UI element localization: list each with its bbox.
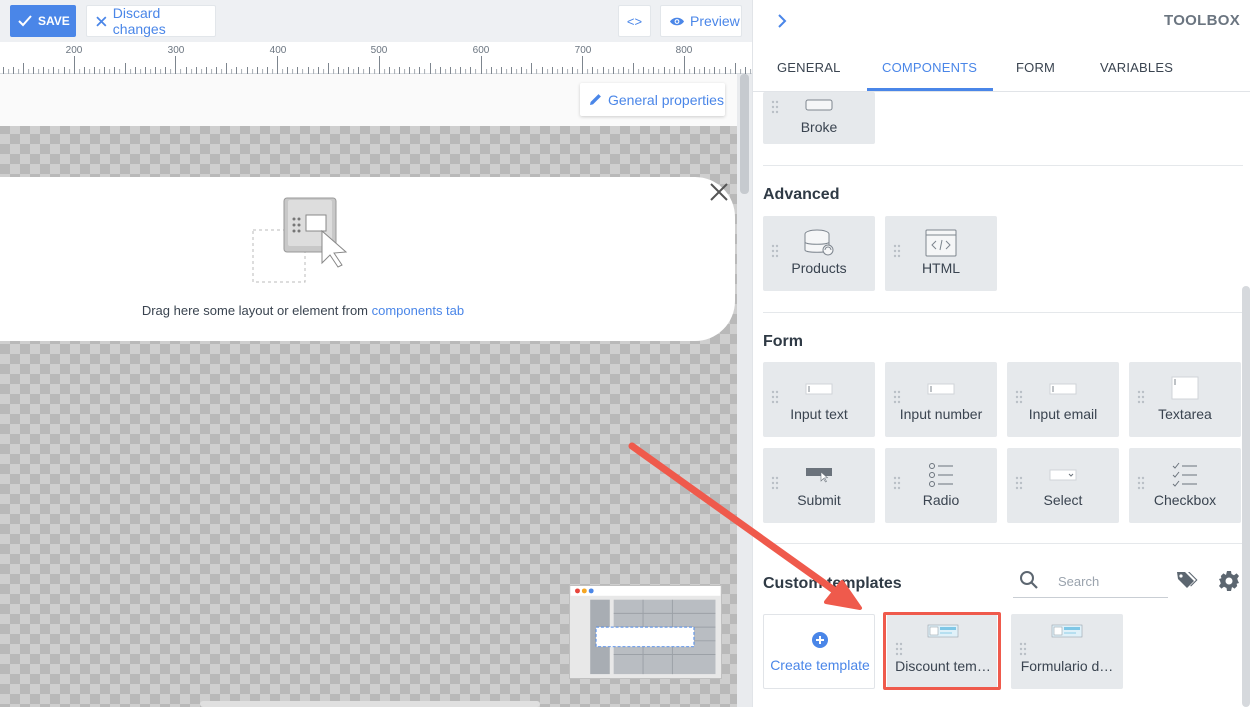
input-email-icon <box>1049 383 1077 395</box>
section-title-form: Form <box>763 333 803 350</box>
input-number-icon <box>927 383 955 395</box>
drop-zone-hint-text: Drag here some layout or element from <box>141 303 372 318</box>
component-tile-input-number[interactable]: Input number <box>885 362 997 437</box>
plus-circle-icon <box>812 632 828 648</box>
general-properties-button[interactable]: General properties <box>580 83 725 116</box>
template-search-input[interactable] <box>1058 574 1163 589</box>
save-button[interactable]: SAVE <box>10 5 76 37</box>
canvas-horizontal-scrollbar[interactable] <box>200 701 540 707</box>
input-text-icon <box>805 383 833 395</box>
component-label: Products <box>791 260 847 276</box>
ruler-label: 300 <box>167 45 185 56</box>
component-tile-broke[interactable]: Broke <box>763 92 875 144</box>
tags-icon[interactable] <box>1176 570 1198 590</box>
close-icon[interactable] <box>708 181 730 203</box>
select-icon <box>1049 469 1077 481</box>
component-tile-input-email[interactable]: Input email <box>1007 362 1119 437</box>
gear-icon[interactable] <box>1218 570 1240 592</box>
component-tile-checkbox[interactable]: Checkbox <box>1129 448 1241 523</box>
annotation-arrow <box>628 442 862 610</box>
button-icon <box>805 99 833 111</box>
ruler-label: 800 <box>675 45 693 56</box>
checkbox-icon <box>1172 462 1197 487</box>
tab-variables[interactable]: VARIABLES <box>1100 60 1173 75</box>
component-label: HTML <box>921 260 961 276</box>
code-icon: <> <box>626 13 643 29</box>
section-title-advanced: Advanced <box>763 186 840 203</box>
drag-element-icon <box>252 197 348 283</box>
component-tile-textarea[interactable]: Textarea <box>1129 362 1241 437</box>
check-icon <box>18 15 32 27</box>
pencil-icon <box>590 94 601 105</box>
products-icon <box>804 229 834 256</box>
eye-icon <box>670 17 684 25</box>
template-search <box>1013 568 1168 598</box>
ruler-label: 400 <box>269 45 287 56</box>
component-label: Textarea <box>1158 406 1212 422</box>
ruler-label: 600 <box>472 45 490 56</box>
discard-changes-button[interactable]: Discard changes <box>86 5 216 37</box>
save-button-label: SAVE <box>38 14 70 28</box>
section-divider <box>763 165 1243 166</box>
component-tile-select[interactable]: Select <box>1007 448 1119 523</box>
component-label: Checkbox <box>1153 492 1217 508</box>
tab-general[interactable]: GENERAL <box>777 60 841 75</box>
drop-zone-hint: Drag here some layout or element from co… <box>0 303 606 318</box>
editor-toolbar: SAVE Discard changes <> Preview <box>0 0 752 42</box>
discard-changes-label: Discard changes <box>112 5 166 37</box>
ruler-label: 500 <box>370 45 388 56</box>
code-view-button[interactable]: <> <box>618 5 651 37</box>
component-tile-products[interactable]: Products <box>763 216 875 291</box>
create-template-label: Create template <box>770 657 870 673</box>
horizontal-ruler: 200 300 400 500 600 700 800 <box>0 42 752 74</box>
component-label: Select <box>1043 492 1083 508</box>
chevron-right-icon[interactable] <box>773 12 791 30</box>
preview-button[interactable]: Preview <box>660 5 742 37</box>
components-tab-link[interactable]: components tab <box>372 303 465 318</box>
component-label: Input email <box>1028 406 1098 422</box>
ruler-label: 700 <box>574 45 592 56</box>
toolbox-title: TOOLBOX <box>1164 12 1240 29</box>
preview-label: Preview <box>690 13 740 29</box>
template-label: Formulario d… <box>1020 658 1114 674</box>
annotation-highlight-box <box>883 612 1001 690</box>
active-tab-indicator <box>867 88 993 91</box>
tab-components[interactable]: COMPONENTS <box>882 60 977 75</box>
create-template-button[interactable]: Create template <box>763 614 875 689</box>
tab-form[interactable]: FORM <box>1016 60 1055 75</box>
ruler-label: 200 <box>65 45 83 56</box>
component-label: Input number <box>899 406 983 422</box>
component-label: Broke <box>800 119 838 135</box>
component-label: Input text <box>790 406 848 422</box>
component-tile-radio[interactable]: Radio <box>885 448 997 523</box>
component-tile-input-text[interactable]: Input text <box>763 362 875 437</box>
general-properties-label: General properties <box>608 91 724 108</box>
component-label: Radio <box>922 492 960 508</box>
template-thumbnail-icon <box>1051 624 1083 638</box>
component-tile-html[interactable]: HTML <box>885 216 997 291</box>
section-divider <box>763 312 1243 313</box>
template-tile-formulario[interactable]: Formulario d… <box>1011 614 1123 689</box>
radio-icon <box>929 463 953 487</box>
drag-handle-icon <box>1019 642 1027 656</box>
search-icon <box>1020 571 1038 589</box>
close-icon <box>96 15 107 27</box>
textarea-icon <box>1171 376 1199 400</box>
html-icon <box>925 229 957 257</box>
toolbox-tabs: GENERAL COMPONENTS FORM VARIABLES <box>753 46 1250 92</box>
toolbox-scrollbar[interactable] <box>1242 286 1250 707</box>
